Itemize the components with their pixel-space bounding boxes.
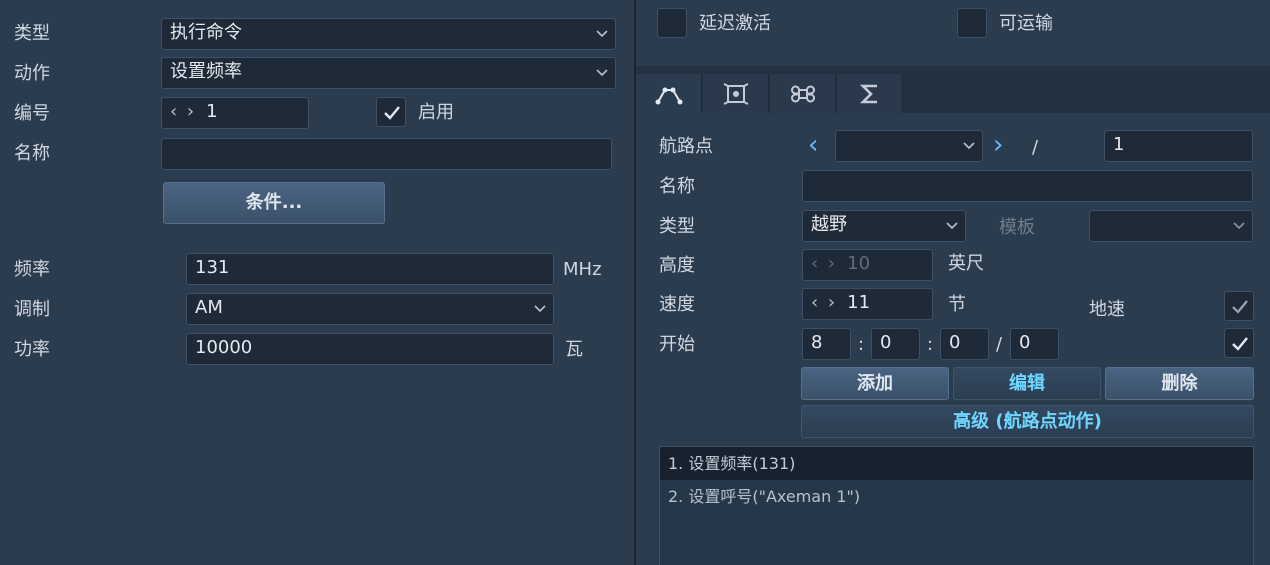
speed-label: 速度	[659, 294, 695, 315]
start-checkbox[interactable]	[1224, 328, 1254, 358]
edit-button[interactable]: 编辑	[953, 367, 1101, 400]
tab-commands[interactable]	[770, 74, 836, 113]
start-day-input[interactable]: 0	[1010, 328, 1059, 360]
number-label: 编号	[14, 103, 50, 124]
tab-bar	[636, 66, 1270, 113]
modulation-label: 调制	[14, 299, 50, 320]
conditions-button[interactable]: 条件...	[163, 182, 385, 224]
chevron-down-icon	[1233, 222, 1245, 230]
power-input[interactable]: 10000	[186, 333, 554, 365]
frequency-label: 频率	[14, 259, 50, 280]
name-label: 名称	[14, 143, 50, 164]
list-item[interactable]: 2. 设置呼号("Axeman 1")	[660, 480, 1253, 513]
prev-waypoint-icon[interactable]: ‹	[808, 130, 818, 160]
ground-speed-label: 地速	[1089, 299, 1125, 320]
time-slash: /	[996, 334, 1003, 355]
chevron-down-icon	[596, 69, 608, 77]
type-select[interactable]: 执行命令	[161, 18, 616, 50]
start-seconds-input[interactable]: 0	[940, 328, 989, 360]
type-select-value: 执行命令	[170, 22, 242, 43]
delete-button[interactable]: 删除	[1105, 367, 1254, 400]
checkmark-icon	[1232, 300, 1248, 314]
template-select[interactable]	[1089, 210, 1253, 242]
waypoint-path-icon	[655, 87, 683, 105]
altitude-spinner: ‹ › 10	[802, 249, 933, 281]
speed-unit: 节	[948, 294, 966, 315]
target-frame-icon	[723, 83, 749, 105]
start-minutes-input[interactable]: 0	[871, 328, 920, 360]
command-key-icon	[791, 85, 815, 103]
checkmark-icon	[384, 106, 400, 120]
ground-speed-checkbox[interactable]	[1224, 291, 1254, 321]
chevron-down-icon	[963, 142, 975, 150]
modulation-select-value: AM	[195, 297, 223, 318]
waypoint-select[interactable]	[835, 130, 983, 162]
wp-name-label: 名称	[659, 176, 695, 197]
start-label: 开始	[659, 334, 695, 355]
advanced-actions-button[interactable]: 高级 (航路点动作)	[801, 405, 1254, 438]
power-unit: 瓦	[565, 339, 583, 360]
altitude-value: 10	[847, 253, 871, 274]
wp-type-label: 类型	[659, 216, 695, 237]
frequency-unit: MHz	[563, 259, 602, 280]
altitude-unit: 英尺	[948, 253, 984, 274]
add-button[interactable]: 添加	[801, 367, 949, 400]
transportable-checkbox[interactable]	[957, 8, 987, 38]
wp-type-select[interactable]: 越野	[802, 210, 966, 242]
name-input[interactable]	[161, 138, 612, 170]
action-label: 动作	[14, 63, 50, 84]
next-waypoint-icon[interactable]: ›	[993, 130, 1003, 160]
action-select-value: 设置频率	[170, 61, 242, 82]
enable-checkbox[interactable]	[376, 97, 406, 127]
number-spinner[interactable]: ‹ › 1	[161, 97, 309, 129]
waypoint-total: 1	[1104, 130, 1253, 162]
speed-spinner[interactable]: ‹ › 11	[802, 288, 933, 320]
frequency-input[interactable]: 131	[186, 253, 554, 285]
altitude-label: 高度	[659, 255, 695, 276]
number-value: 1	[206, 101, 218, 122]
wp-name-input[interactable]	[802, 170, 1253, 202]
start-hours-input[interactable]: 8	[802, 328, 851, 360]
tab-waypoints[interactable]	[636, 74, 702, 113]
template-label: 模板	[999, 217, 1035, 238]
power-label: 功率	[14, 339, 50, 360]
chevron-down-icon	[534, 305, 546, 313]
wp-type-select-value: 越野	[811, 214, 847, 235]
transportable-label: 可运输	[999, 13, 1053, 34]
spinner-arrows-icon[interactable]: ‹ ›	[811, 289, 837, 317]
actions-list[interactable]: 1. 设置频率(131) 2. 设置呼号("Axeman 1")	[659, 446, 1254, 565]
spinner-arrows-icon: ‹ ›	[811, 253, 838, 274]
tab-targets[interactable]	[703, 74, 769, 113]
late-activation-label: 延迟激活	[699, 13, 771, 34]
waypoint-slash: /	[1032, 137, 1039, 158]
time-colon: :	[858, 334, 865, 355]
modulation-select[interactable]: AM	[186, 293, 554, 325]
enable-label: 启用	[418, 102, 454, 123]
waypoint-label: 航路点	[659, 136, 713, 157]
list-item[interactable]: 1. 设置频率(131)	[660, 447, 1253, 480]
chevron-down-icon	[596, 30, 608, 38]
spinner-arrows-icon[interactable]: ‹ ›	[170, 98, 196, 126]
type-label: 类型	[14, 23, 50, 44]
speed-value: 11	[847, 292, 871, 313]
tab-summary[interactable]	[837, 74, 903, 113]
chevron-down-icon	[946, 222, 958, 230]
sigma-icon	[859, 84, 877, 104]
late-activation-checkbox[interactable]	[657, 8, 687, 38]
checkmark-icon	[1232, 337, 1248, 351]
action-select[interactable]: 设置频率	[161, 57, 616, 89]
time-colon: :	[927, 334, 934, 355]
